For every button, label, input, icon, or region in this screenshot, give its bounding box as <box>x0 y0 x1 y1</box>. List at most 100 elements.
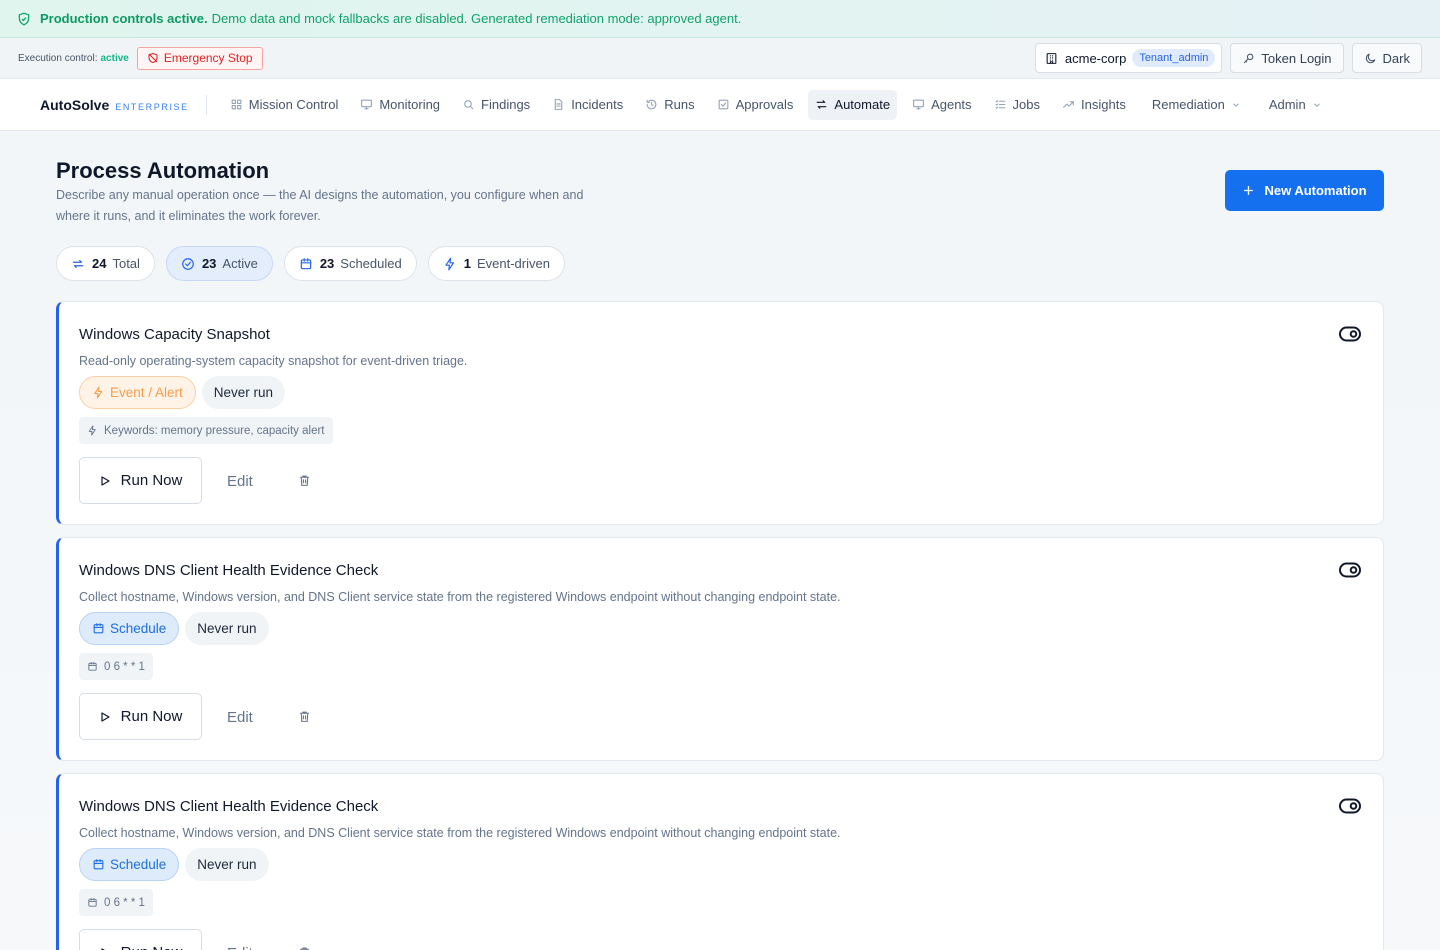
plus-icon <box>1244 186 1254 195</box>
stat-label: Event-driven <box>476 256 550 271</box>
run-now-button[interactable]: Run Now <box>79 693 202 740</box>
automation-badges: Schedule Never run <box>79 612 269 645</box>
nav-item-findings[interactable]: Findings <box>455 90 537 120</box>
document-icon <box>554 99 563 110</box>
nav-items: Mission Control Monitoring Findings Inciden… <box>223 89 1141 120</box>
nav-item-label: Insights <box>1081 97 1126 112</box>
nav-item-automate[interactable]: Automate <box>808 89 898 120</box>
repeat-icon <box>72 259 84 268</box>
nav-item-label: Mission Control <box>248 97 339 112</box>
banner-strong: Production controls active. <box>40 11 208 26</box>
nav-item-insights[interactable]: Insights <box>1055 90 1133 120</box>
play-icon <box>101 475 110 486</box>
stat-label: Scheduled <box>340 256 402 271</box>
trigger-detail: Keywords: memory pressure, capacity aler… <box>79 417 333 444</box>
moon-icon <box>1365 53 1375 63</box>
token-login-button[interactable]: Token Login <box>1230 43 1344 73</box>
brand-logo[interactable]: AutoSolve ENTERPRISE <box>40 97 189 113</box>
check-circle-icon <box>182 257 194 270</box>
monitor-icon <box>913 99 924 110</box>
trash-icon[interactable] <box>298 946 311 950</box>
new-automation-button[interactable]: New Automation <box>1225 170 1384 211</box>
nav-item-label: Approvals <box>735 97 794 112</box>
bolt-icon <box>445 257 454 270</box>
nav-item-mission-control[interactable]: Mission Control <box>223 90 346 120</box>
edit-button[interactable]: Edit <box>227 709 253 726</box>
trash-icon[interactable] <box>298 474 311 487</box>
building-icon <box>1046 52 1057 64</box>
nav-item-runs[interactable]: Runs <box>638 90 701 120</box>
stat-label: Active <box>222 256 258 271</box>
calendar-icon <box>88 661 97 671</box>
stat-count: 24 <box>92 256 107 271</box>
search-icon <box>464 100 474 110</box>
nav-item-incidents[interactable]: Incidents <box>545 90 630 120</box>
bolt-icon <box>94 386 103 399</box>
main-content: Process Automation Describe any manual o… <box>0 131 1440 950</box>
stats-row: 24 Total 23 Active 23 Scheduled 1 Event-driven <box>56 246 565 281</box>
nav-item-agents[interactable]: Agents <box>905 90 978 120</box>
trigger-badge: Schedule <box>79 612 180 645</box>
stat-count: 1 <box>463 256 471 271</box>
run-status-badge: Never run <box>185 612 269 645</box>
nav-item-label: Automate <box>834 97 891 112</box>
stop-icon <box>148 52 158 64</box>
trash-icon[interactable] <box>298 710 311 723</box>
nav-admin-dropdown[interactable]: Admin <box>1262 90 1329 120</box>
automation-description: Read-only operating-system capacity snap… <box>79 354 468 368</box>
calendar-icon <box>300 257 312 269</box>
stat-total[interactable]: 24 Total <box>56 246 155 281</box>
emergency-stop-button[interactable]: Emergency Stop <box>136 46 263 70</box>
play-icon <box>101 947 106 950</box>
edit-button[interactable]: Edit <box>227 945 253 950</box>
stat-count: 23 <box>201 256 217 271</box>
automation-badges: Schedule Never run <box>79 848 269 881</box>
nav-item-label: Agents <box>931 97 972 112</box>
toggle-on-icon[interactable] <box>1339 326 1361 342</box>
control-bar: Execution control: active Emergency Stop … <box>0 38 1440 79</box>
nav-item-label: Incidents <box>571 97 624 112</box>
nav-divider <box>205 94 207 115</box>
toggle-on-icon[interactable] <box>1339 562 1361 578</box>
brand-tag: ENTERPRISE <box>115 101 189 112</box>
calendar-icon <box>93 623 104 634</box>
tenant-selector[interactable]: acme-corp Tenant_admin <box>1034 43 1223 73</box>
toggle-on-icon[interactable] <box>1339 798 1361 814</box>
page-subtitle: Describe any manual operation once — the… <box>56 188 584 223</box>
page-title: Process Automation <box>56 158 270 183</box>
tenant-name: acme-corp <box>1064 50 1127 66</box>
checkbox-icon <box>718 99 728 110</box>
history-icon <box>646 99 657 110</box>
chevron-down-icon <box>1313 102 1320 107</box>
banner-text: Demo data and mock fallbacks are disable… <box>211 11 742 26</box>
nav-remediation-dropdown[interactable]: Remediation <box>1145 90 1248 120</box>
run-status-badge: Never run <box>201 376 286 409</box>
run-now-button[interactable]: Run Now <box>79 929 202 950</box>
stat-event-driven[interactable]: 1 Event-driven <box>427 246 565 281</box>
automation-name: Windows Capacity Snapshot <box>79 326 270 343</box>
calendar-icon <box>88 897 97 907</box>
automation-name: Windows DNS Client Health Evidence Check <box>79 562 379 579</box>
nav-item-monitoring[interactable]: Monitoring <box>353 90 447 120</box>
grid-icon <box>231 99 242 110</box>
run-now-button[interactable]: Run Now <box>79 457 202 504</box>
edit-button[interactable]: Edit <box>227 473 253 490</box>
role-badge: Tenant_admin <box>1132 49 1216 67</box>
nav-item-jobs[interactable]: Jobs <box>987 90 1047 120</box>
nav-item-label: Monitoring <box>379 97 441 112</box>
stat-active[interactable]: 23 Active <box>165 246 273 281</box>
nav-item-approvals[interactable]: Approvals <box>710 90 801 120</box>
nav-item-label: Findings <box>481 97 531 112</box>
execution-control-label: Execution control: active <box>18 52 129 64</box>
production-banner: Production controls active. Demo data an… <box>0 0 1440 38</box>
stat-scheduled[interactable]: 23 Scheduled <box>283 246 417 281</box>
theme-toggle-button[interactable]: Dark <box>1351 43 1422 73</box>
trend-icon <box>1063 101 1074 108</box>
key-icon <box>1244 53 1254 63</box>
automation-name: Windows DNS Client Health Evidence Check <box>79 798 379 815</box>
automation-card: Windows DNS Client Health Evidence Check… <box>56 773 1384 950</box>
automation-description: Collect hostname, Windows version, and D… <box>79 590 841 604</box>
main-navbar: AutoSolve ENTERPRISE Mission Control Moni… <box>0 79 1440 131</box>
trigger-badge: Event / Alert <box>79 376 196 409</box>
trigger-detail: 0 6 * * 1 <box>79 889 153 916</box>
